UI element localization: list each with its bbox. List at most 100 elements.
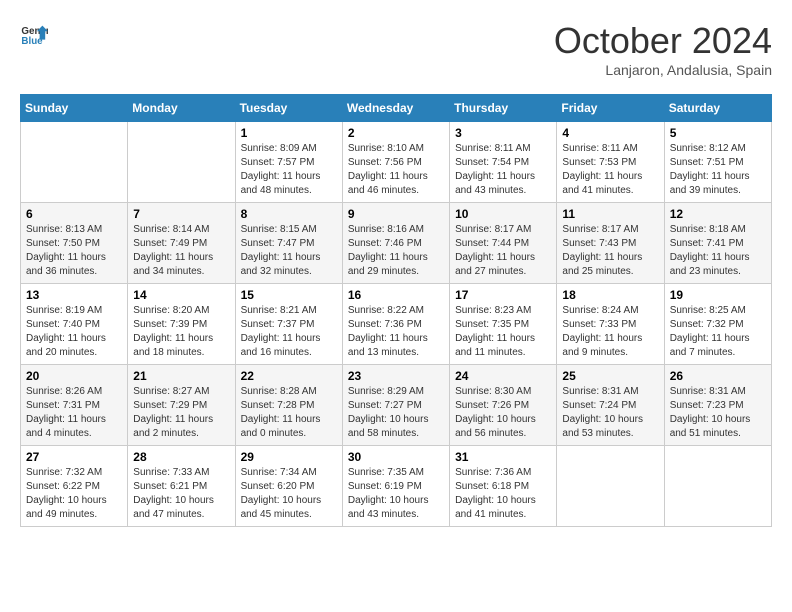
day-header-monday: Monday xyxy=(128,95,235,122)
day-info: Sunrise: 8:17 AM Sunset: 7:43 PM Dayligh… xyxy=(562,223,658,279)
day-info: Sunrise: 8:27 AM Sunset: 7:29 PM Dayligh… xyxy=(133,385,229,441)
calendar-cell: 18 Sunrise: 8:24 AM Sunset: 7:33 PM Dayli… xyxy=(557,284,664,365)
day-number: 7 xyxy=(133,207,229,221)
day-number: 22 xyxy=(241,369,337,383)
day-number: 26 xyxy=(670,369,766,383)
day-header-saturday: Saturday xyxy=(664,95,771,122)
day-number: 27 xyxy=(26,450,122,464)
calendar-cell: 6 Sunrise: 8:13 AM Sunset: 7:50 PM Daylig… xyxy=(21,203,128,284)
day-info: Sunrise: 8:25 AM Sunset: 7:32 PM Dayligh… xyxy=(670,304,766,360)
day-number: 29 xyxy=(241,450,337,464)
location-subtitle: Lanjaron, Andalusia, Spain xyxy=(554,62,772,78)
day-number: 18 xyxy=(562,288,658,302)
day-number: 19 xyxy=(670,288,766,302)
logo-icon: General Blue xyxy=(20,20,48,48)
calendar-cell: 31Sunrise: 7:36 AM Sunset: 6:18 PM Dayli… xyxy=(450,446,557,527)
calendar-cell: 10 Sunrise: 8:17 AM Sunset: 7:44 PM Dayli… xyxy=(450,203,557,284)
day-info: Sunrise: 8:24 AM Sunset: 7:33 PM Dayligh… xyxy=(562,304,658,360)
day-info: Sunrise: 8:26 AM Sunset: 7:31 PM Dayligh… xyxy=(26,385,122,441)
title-area: October 2024 Lanjaron, Andalusia, Spain xyxy=(554,20,772,78)
day-info: Sunrise: 8:10 AM Sunset: 7:56 PM Dayligh… xyxy=(348,142,444,198)
calendar-week-row: 6 Sunrise: 8:13 AM Sunset: 7:50 PM Daylig… xyxy=(21,203,772,284)
day-number: 13 xyxy=(26,288,122,302)
calendar-cell: 11 Sunrise: 8:17 AM Sunset: 7:43 PM Dayli… xyxy=(557,203,664,284)
day-header-sunday: Sunday xyxy=(21,95,128,122)
calendar-week-row: 27 Sunrise: 7:32 AM Sunset: 6:22 PM Dayli… xyxy=(21,446,772,527)
day-info: Sunrise: 8:28 AM Sunset: 7:28 PM Dayligh… xyxy=(241,385,337,441)
day-number: 8 xyxy=(241,207,337,221)
day-info: Sunrise: 7:32 AM Sunset: 6:22 PM Dayligh… xyxy=(26,466,122,522)
calendar-cell: 2 Sunrise: 8:10 AM Sunset: 7:56 PM Daylig… xyxy=(342,122,449,203)
day-info: Sunrise: 8:22 AM Sunset: 7:36 PM Dayligh… xyxy=(348,304,444,360)
calendar-cell: 20 Sunrise: 8:26 AM Sunset: 7:31 PM Dayli… xyxy=(21,365,128,446)
day-info: Sunrise: 8:18 AM Sunset: 7:41 PM Dayligh… xyxy=(670,223,766,279)
day-number: 10 xyxy=(455,207,551,221)
day-number: 12 xyxy=(670,207,766,221)
day-header-wednesday: Wednesday xyxy=(342,95,449,122)
calendar-cell: 19 Sunrise: 8:25 AM Sunset: 7:32 PM Dayli… xyxy=(664,284,771,365)
calendar-cell: 15 Sunrise: 8:21 AM Sunset: 7:37 PM Dayli… xyxy=(235,284,342,365)
day-number: 3 xyxy=(455,126,551,140)
calendar-table: SundayMondayTuesdayWednesdayThursdayFrid… xyxy=(20,94,772,527)
day-info: Sunrise: 7:35 AM Sunset: 6:19 PM Dayligh… xyxy=(348,466,444,522)
calendar-cell: 21 Sunrise: 8:27 AM Sunset: 7:29 PM Dayli… xyxy=(128,365,235,446)
calendar-cell: 9Sunrise: 8:16 AM Sunset: 7:46 PM Daylig… xyxy=(342,203,449,284)
day-info: Sunrise: 7:36 AM Sunset: 6:18 PM Dayligh… xyxy=(455,466,551,522)
day-number: 30 xyxy=(348,450,444,464)
day-info: Sunrise: 8:11 AM Sunset: 7:54 PM Dayligh… xyxy=(455,142,551,198)
calendar-cell: 28Sunrise: 7:33 AM Sunset: 6:21 PM Dayli… xyxy=(128,446,235,527)
calendar-cell: 7 Sunrise: 8:14 AM Sunset: 7:49 PM Daylig… xyxy=(128,203,235,284)
calendar-cell: 30 Sunrise: 7:35 AM Sunset: 6:19 PM Dayli… xyxy=(342,446,449,527)
calendar-week-row: 1 Sunrise: 8:09 AM Sunset: 7:57 PM Daylig… xyxy=(21,122,772,203)
calendar-cell: 14Sunrise: 8:20 AM Sunset: 7:39 PM Dayli… xyxy=(128,284,235,365)
day-number: 1 xyxy=(241,126,337,140)
day-header-thursday: Thursday xyxy=(450,95,557,122)
day-number: 2 xyxy=(348,126,444,140)
day-info: Sunrise: 8:21 AM Sunset: 7:37 PM Dayligh… xyxy=(241,304,337,360)
day-info: Sunrise: 8:19 AM Sunset: 7:40 PM Dayligh… xyxy=(26,304,122,360)
day-info: Sunrise: 8:31 AM Sunset: 7:23 PM Dayligh… xyxy=(670,385,766,441)
calendar-cell: 22 Sunrise: 8:28 AM Sunset: 7:28 PM Dayli… xyxy=(235,365,342,446)
day-number: 4 xyxy=(562,126,658,140)
days-header-row: SundayMondayTuesdayWednesdayThursdayFrid… xyxy=(21,95,772,122)
day-info: Sunrise: 8:11 AM Sunset: 7:53 PM Dayligh… xyxy=(562,142,658,198)
calendar-cell: 23Sunrise: 8:29 AM Sunset: 7:27 PM Dayli… xyxy=(342,365,449,446)
day-info: Sunrise: 8:13 AM Sunset: 7:50 PM Dayligh… xyxy=(26,223,122,279)
calendar-cell: 4 Sunrise: 8:11 AM Sunset: 7:53 PM Daylig… xyxy=(557,122,664,203)
day-number: 15 xyxy=(241,288,337,302)
day-number: 21 xyxy=(133,369,229,383)
calendar-week-row: 13 Sunrise: 8:19 AM Sunset: 7:40 PM Dayli… xyxy=(21,284,772,365)
calendar-cell: 17Sunrise: 8:23 AM Sunset: 7:35 PM Dayli… xyxy=(450,284,557,365)
calendar-cell: 26 Sunrise: 8:31 AM Sunset: 7:23 PM Dayli… xyxy=(664,365,771,446)
day-number: 9 xyxy=(348,207,444,221)
day-info: Sunrise: 8:30 AM Sunset: 7:26 PM Dayligh… xyxy=(455,385,551,441)
day-number: 14 xyxy=(133,288,229,302)
day-info: Sunrise: 8:17 AM Sunset: 7:44 PM Dayligh… xyxy=(455,223,551,279)
logo: General Blue xyxy=(20,20,48,48)
calendar-cell xyxy=(557,446,664,527)
calendar-cell xyxy=(21,122,128,203)
day-number: 5 xyxy=(670,126,766,140)
day-info: Sunrise: 8:12 AM Sunset: 7:51 PM Dayligh… xyxy=(670,142,766,198)
day-header-friday: Friday xyxy=(557,95,664,122)
day-info: Sunrise: 7:33 AM Sunset: 6:21 PM Dayligh… xyxy=(133,466,229,522)
day-number: 20 xyxy=(26,369,122,383)
calendar-cell: 8 Sunrise: 8:15 AM Sunset: 7:47 PM Daylig… xyxy=(235,203,342,284)
calendar-cell: 27 Sunrise: 7:32 AM Sunset: 6:22 PM Dayli… xyxy=(21,446,128,527)
month-title: October 2024 xyxy=(554,20,772,62)
day-number: 25 xyxy=(562,369,658,383)
calendar-cell: 25Sunrise: 8:31 AM Sunset: 7:24 PM Dayli… xyxy=(557,365,664,446)
calendar-week-row: 20 Sunrise: 8:26 AM Sunset: 7:31 PM Dayli… xyxy=(21,365,772,446)
day-info: Sunrise: 8:14 AM Sunset: 7:49 PM Dayligh… xyxy=(133,223,229,279)
day-info: Sunrise: 8:15 AM Sunset: 7:47 PM Dayligh… xyxy=(241,223,337,279)
day-info: Sunrise: 8:23 AM Sunset: 7:35 PM Dayligh… xyxy=(455,304,551,360)
calendar-cell: 5 Sunrise: 8:12 AM Sunset: 7:51 PM Daylig… xyxy=(664,122,771,203)
day-number: 6 xyxy=(26,207,122,221)
day-number: 16 xyxy=(348,288,444,302)
calendar-cell: 13 Sunrise: 8:19 AM Sunset: 7:40 PM Dayli… xyxy=(21,284,128,365)
day-number: 24 xyxy=(455,369,551,383)
day-number: 11 xyxy=(562,207,658,221)
calendar-cell: 29Sunrise: 7:34 AM Sunset: 6:20 PM Dayli… xyxy=(235,446,342,527)
page-header: General Blue October 2024 Lanjaron, Anda… xyxy=(20,20,772,78)
day-info: Sunrise: 8:09 AM Sunset: 7:57 PM Dayligh… xyxy=(241,142,337,198)
